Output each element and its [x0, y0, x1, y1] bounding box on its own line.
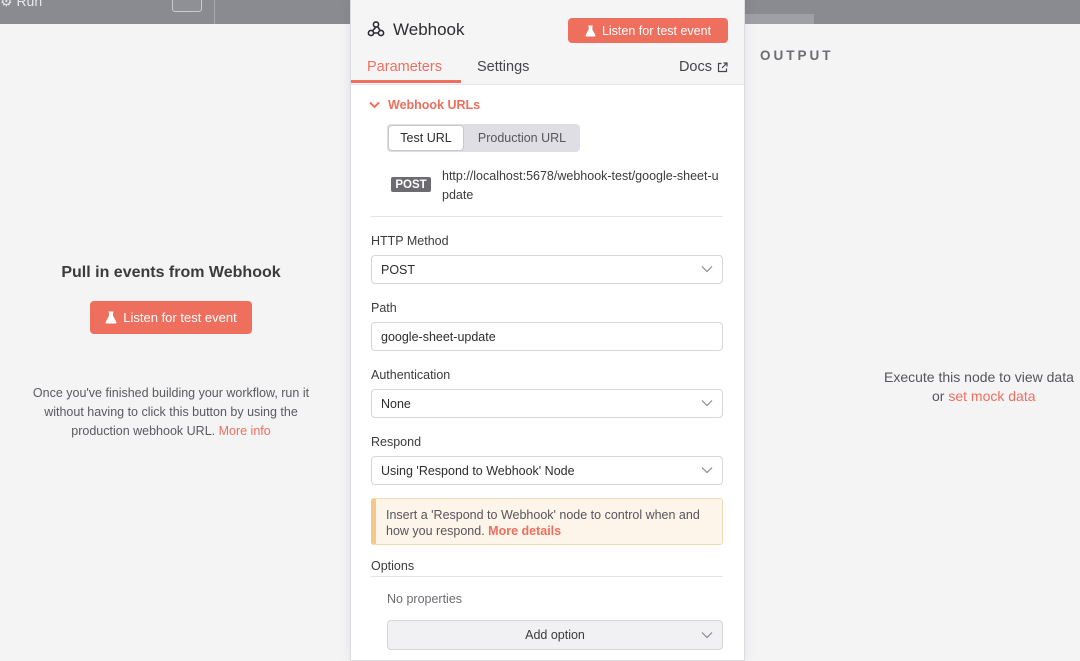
tab-settings[interactable]: Settings	[477, 59, 529, 75]
input-panel: Pull in events from Webhook Listen for t…	[0, 24, 345, 660]
chevron-down-icon	[701, 266, 713, 273]
path-label: Path	[371, 301, 397, 315]
section-divider	[371, 216, 723, 217]
external-link-icon	[717, 61, 728, 72]
input-panel-title: Pull in events from Webhook	[61, 264, 281, 281]
tab-parameters[interactable]: Parameters	[367, 59, 442, 75]
header-listen-button[interactable]: Listen for test event	[568, 18, 728, 43]
workflow-crumb[interactable]: ⚙ Run	[0, 0, 42, 10]
path-input[interactable]: google-sheet-update	[371, 322, 723, 351]
output-message-or: or	[932, 388, 949, 404]
webhook-url[interactable]: http://localhost:5678/webhook-test/googl…	[442, 167, 722, 205]
authentication-label: Authentication	[371, 368, 451, 382]
webhook-icon	[367, 21, 385, 37]
listen-button-label: Listen for test event	[123, 310, 237, 325]
crumb-button[interactable]	[172, 0, 202, 12]
header-listen-label: Listen for test event	[601, 23, 712, 38]
tab-docs[interactable]: Docs	[679, 59, 728, 75]
node-panel: Webhook Listen for test event Parameters…	[350, 0, 745, 661]
options-label: Options	[371, 559, 415, 573]
output-empty-message: Execute this node to view data or set mo…	[884, 368, 1080, 406]
http-method-select[interactable]: POST	[371, 255, 723, 284]
respond-value: Using 'Respond to Webhook' Node	[381, 463, 575, 478]
respond-select[interactable]: Using 'Respond to Webhook' Node	[371, 456, 723, 485]
url-type-switch: Test URL Production URL	[387, 124, 580, 152]
node-title: Webhook	[393, 20, 465, 39]
http-method-value: POST	[381, 262, 416, 277]
path-value: google-sheet-update	[381, 329, 496, 344]
active-tab-indicator	[351, 80, 461, 83]
chevron-down-icon	[701, 467, 713, 474]
method-badge: POST	[391, 177, 431, 192]
output-message-text: Execute this node to view data	[884, 369, 1074, 385]
test-url-tab[interactable]: Test URL	[389, 126, 463, 150]
chevron-down-icon	[369, 101, 380, 109]
production-url-tab[interactable]: Production URL	[467, 126, 577, 150]
topbar-progress	[744, 14, 814, 24]
more-details-link[interactable]: More details	[488, 524, 561, 538]
topbar-divider	[214, 0, 215, 24]
webhook-urls-label: Webhook URLs	[388, 98, 481, 112]
respond-notice: Insert a 'Respond to Webhook' node to co…	[371, 498, 723, 545]
authentication-value: None	[381, 396, 411, 411]
docs-label: Docs	[678, 59, 712, 75]
chevron-down-icon	[701, 400, 713, 407]
flask-icon	[585, 25, 596, 36]
respond-label: Respond	[371, 435, 422, 449]
input-help-text: Once you've finished building your workf…	[20, 384, 322, 441]
authentication-select[interactable]: None	[371, 389, 723, 418]
no-properties-text: No properties	[387, 592, 463, 606]
options-divider	[371, 576, 723, 577]
node-header: Webhook Listen for test event Parameters…	[351, 0, 744, 85]
chevron-down-icon	[701, 632, 713, 639]
add-option-label: Add option	[525, 628, 585, 642]
webhook-urls-toggle[interactable]: Webhook URLs	[369, 98, 480, 112]
more-info-link[interactable]: More info	[219, 424, 271, 438]
output-label: OUTPUT	[760, 48, 834, 63]
flask-icon	[105, 311, 117, 324]
add-option-button[interactable]: Add option	[387, 620, 723, 650]
listen-test-event-button[interactable]: Listen for test event	[90, 301, 252, 334]
http-method-label: HTTP Method	[371, 234, 449, 248]
set-mock-data-link[interactable]: set mock data	[948, 388, 1035, 404]
